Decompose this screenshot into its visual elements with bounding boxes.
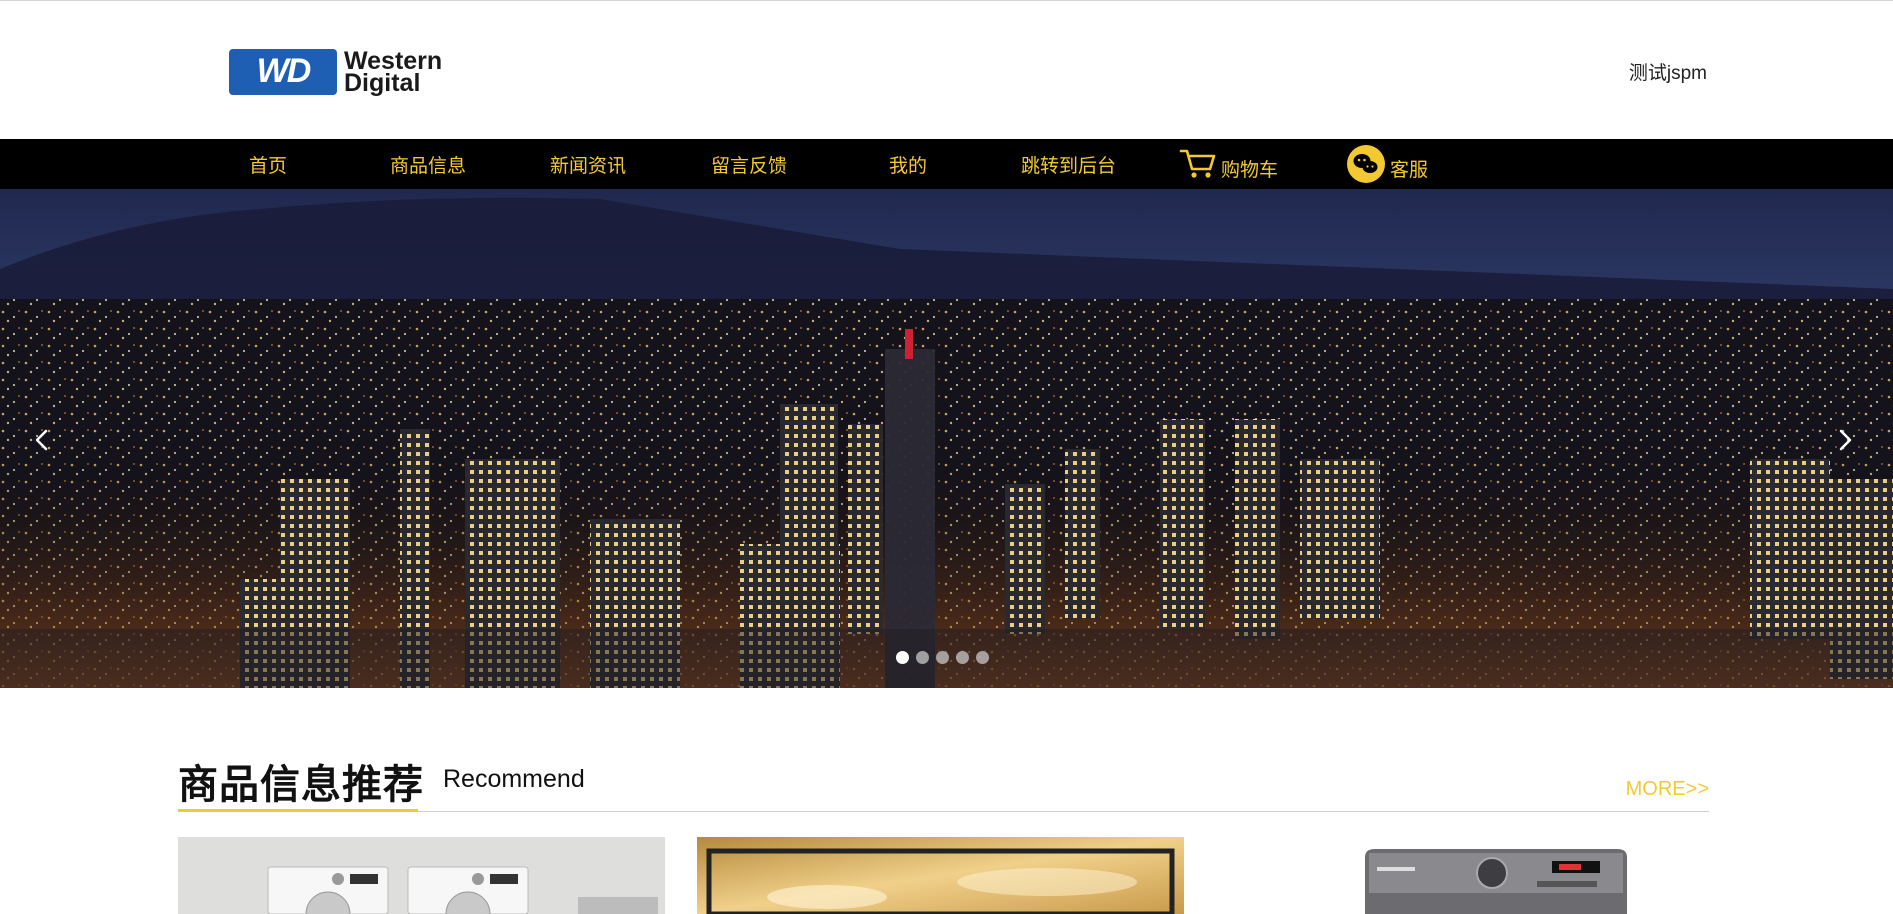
logo-mark: WD — [256, 52, 312, 90]
carousel-dot[interactable] — [916, 651, 929, 664]
section-subtitle: Recommend — [443, 765, 585, 793]
nav-item-support[interactable]: 客服 — [1346, 139, 1428, 189]
nav-item-feedback[interactable]: 留言反馈 — [711, 139, 787, 189]
carousel-next-button[interactable] — [1830, 425, 1860, 455]
section-title-underline — [178, 809, 418, 812]
nav-item-cart[interactable]: 购物车 — [1179, 139, 1278, 189]
nav-item-home[interactable]: 首页 — [249, 139, 287, 189]
logo-text-line2: Digital — [344, 68, 421, 97]
product-image-tv — [697, 837, 1184, 914]
nav-support-label: 客服 — [1390, 158, 1429, 181]
more-link[interactable]: MORE>> — [1626, 778, 1709, 801]
nav-item-news[interactable]: 新闻资讯 — [550, 139, 626, 189]
product-card[interactable] — [178, 837, 665, 914]
nav-item-products[interactable]: 商品信息 — [390, 139, 466, 189]
site-header: WD Western Digital 测试jspm — [0, 1, 1893, 139]
logo-badge: WD — [229, 48, 337, 95]
carousel-pagination — [896, 651, 989, 664]
main-nav: 首页 商品信息 新闻资讯 留言反馈 我的 跳转到后台 购物车 客服 — [0, 139, 1893, 189]
nav-item-mine[interactable]: 我的 — [889, 139, 927, 189]
logo[interactable]: WD Western Digital — [229, 48, 465, 95]
product-card[interactable] — [1217, 837, 1704, 914]
carousel-dot[interactable] — [936, 651, 949, 664]
carousel-dot[interactable] — [956, 651, 969, 664]
chevron-right-icon — [1837, 429, 1853, 451]
logo-wordmark: Western Digital — [344, 48, 442, 97]
carousel-prev-button[interactable] — [27, 425, 57, 455]
user-account-link[interactable]: 测试jspm — [1629, 58, 1707, 85]
section-title: 商品信息推荐 — [178, 762, 424, 808]
product-image-washer-samsung — [1217, 837, 1704, 914]
cart-icon — [1179, 147, 1217, 181]
product-card[interactable] — [697, 837, 1184, 914]
product-image-washers — [178, 837, 665, 914]
chevron-left-icon — [34, 429, 50, 451]
carousel-dot[interactable] — [896, 651, 909, 664]
carousel-dot[interactable] — [976, 651, 989, 664]
nav-cart-label: 购物车 — [1221, 158, 1279, 181]
nav-item-admin[interactable]: 跳转到后台 — [1021, 139, 1116, 189]
wechat-icon — [1346, 144, 1386, 184]
city-night-image — [0, 189, 1893, 688]
hero-carousel[interactable] — [0, 189, 1893, 688]
